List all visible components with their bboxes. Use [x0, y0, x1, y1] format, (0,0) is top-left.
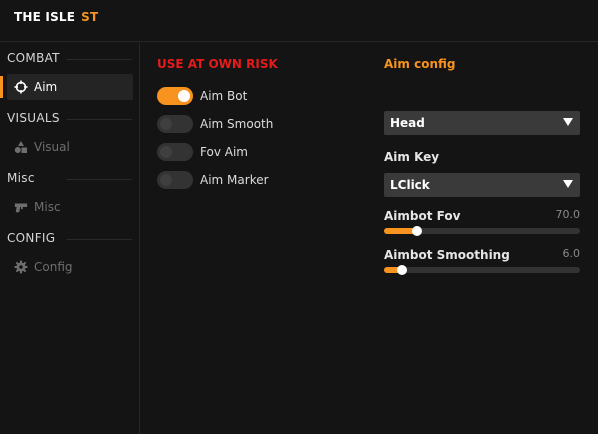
sidebar-item-label: Aim: [34, 80, 58, 94]
aimbot-fov-label: Aimbot Fov: [384, 209, 461, 223]
toggle-knob: [160, 146, 172, 158]
toggle-switch[interactable]: [157, 87, 193, 105]
gear-icon: [14, 260, 28, 274]
section-divider: [67, 239, 132, 240]
toggle-fov-aim[interactable]: Fov Aim: [157, 143, 248, 161]
toggle-label: Fov Aim: [200, 145, 248, 159]
sidebar-item-label: Misc: [34, 200, 61, 214]
toggle-label: Aim Marker: [200, 173, 269, 187]
toggle-knob: [160, 118, 172, 130]
bone-select[interactable]: Head: [384, 111, 580, 135]
sidebar-item-config[interactable]: Config: [7, 254, 133, 280]
gun-icon: [14, 200, 28, 214]
sidebar-item-label: Visual: [34, 140, 70, 154]
toggle-label: Aim Smooth: [200, 117, 274, 131]
crosshair-icon: [14, 80, 28, 94]
aimbot-fov-value: 70.0: [555, 208, 581, 221]
toggle-label: Aim Bot: [200, 89, 248, 103]
app-title: THE ISLE ST: [14, 10, 98, 24]
sidebar-section-misc: Misc: [7, 171, 35, 185]
aimbot-smoothing-label: Aimbot Smoothing: [384, 248, 510, 262]
risk-warning: USE AT OWN RISK: [157, 57, 278, 71]
section-divider: [67, 59, 132, 60]
title-bar: THE ISLE ST: [0, 0, 598, 42]
sidebar-item-visual[interactable]: Visual: [7, 134, 133, 160]
toggle-knob: [178, 90, 190, 102]
sidebar-section-combat: COMBAT: [7, 51, 60, 65]
dropdown-arrow-icon: [562, 178, 574, 192]
slider-thumb[interactable]: [396, 265, 407, 275]
toggle-aim-bot[interactable]: Aim Bot: [157, 87, 247, 105]
app-title-accent: ST: [81, 10, 99, 24]
sidebar: COMBAT Aim VISUALS Visual Misc Misc CONF…: [0, 43, 140, 434]
toggle-aim-smooth[interactable]: Aim Smooth: [157, 115, 273, 133]
bone-select-value: Head: [390, 116, 425, 130]
sidebar-item-misc[interactable]: Misc: [7, 194, 133, 220]
dropdown-arrow-icon: [562, 116, 574, 130]
shapes-icon: [14, 140, 28, 154]
aimbot-smoothing-slider[interactable]: [384, 265, 580, 275]
sidebar-section-config: CONFIG: [7, 231, 56, 245]
toggle-switch[interactable]: [157, 143, 193, 161]
slider-thumb[interactable]: [412, 226, 423, 236]
section-divider: [67, 179, 132, 180]
toggle-switch[interactable]: [157, 171, 193, 189]
toggle-switch[interactable]: [157, 115, 193, 133]
aimbot-fov-slider[interactable]: [384, 226, 580, 236]
sidebar-item-label: Config: [34, 260, 73, 274]
aim-config-title: Aim config: [384, 57, 456, 71]
toggle-knob: [160, 174, 172, 186]
app-title-main: THE ISLE: [14, 10, 76, 24]
sidebar-item-aim[interactable]: Aim: [0, 74, 133, 100]
aim-key-label: Aim Key: [384, 150, 440, 164]
toggle-aim-marker[interactable]: Aim Marker: [157, 171, 269, 189]
section-divider: [67, 119, 132, 120]
aimbot-smoothing-value: 6.0: [562, 247, 581, 260]
aim-key-select[interactable]: LClick: [384, 173, 580, 197]
sidebar-section-visuals: VISUALS: [7, 111, 60, 125]
aim-key-value: LClick: [390, 178, 430, 192]
